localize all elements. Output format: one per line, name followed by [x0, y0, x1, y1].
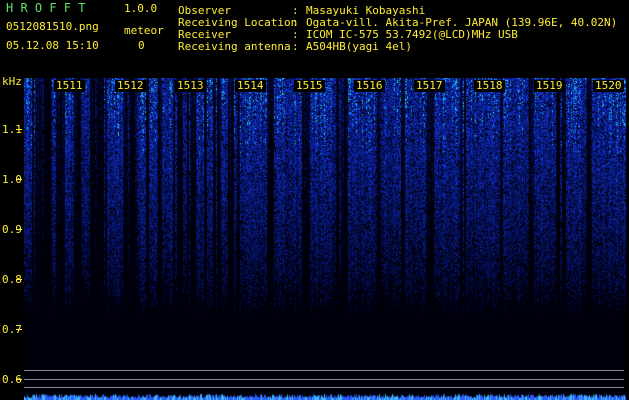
spectrogram [24, 78, 626, 400]
app-name: H R O F F T [6, 1, 86, 15]
axis-tick [16, 379, 22, 380]
meteor-count: 0 [138, 39, 145, 52]
meteor-label: meteor [124, 24, 164, 37]
antenna-label: Receiving antenna [178, 40, 291, 53]
reference-line-upper [24, 370, 624, 371]
antenna-sep: : [292, 40, 299, 53]
axis-tick [16, 129, 22, 130]
antenna-value: A504HB(yagi 4el) [306, 40, 412, 53]
app-version: 1.0.0 [124, 2, 158, 15]
reference-line-middle [24, 379, 624, 380]
time-mark: 1514 [235, 79, 266, 92]
axis-tick [16, 329, 22, 330]
axis-tick [16, 229, 22, 230]
axis-unit: kHz [2, 75, 22, 88]
time-mark: 1516 [354, 79, 385, 92]
time-mark: 1512 [115, 79, 146, 92]
file-name: 0512081510.png [6, 20, 99, 33]
reference-line-lower [24, 387, 624, 388]
time-mark: 1517 [414, 79, 445, 92]
axis-tick [16, 279, 22, 280]
time-mark: 1520 [593, 79, 624, 92]
time-mark: 1513 [175, 79, 206, 92]
time-mark: 1511 [54, 79, 85, 92]
time-mark: 1518 [474, 79, 505, 92]
time-mark: 1519 [534, 79, 565, 92]
time-mark: 1515 [294, 79, 325, 92]
file-datetime: 05.12.08 15:10 [6, 39, 99, 52]
axis-tick [16, 179, 22, 180]
